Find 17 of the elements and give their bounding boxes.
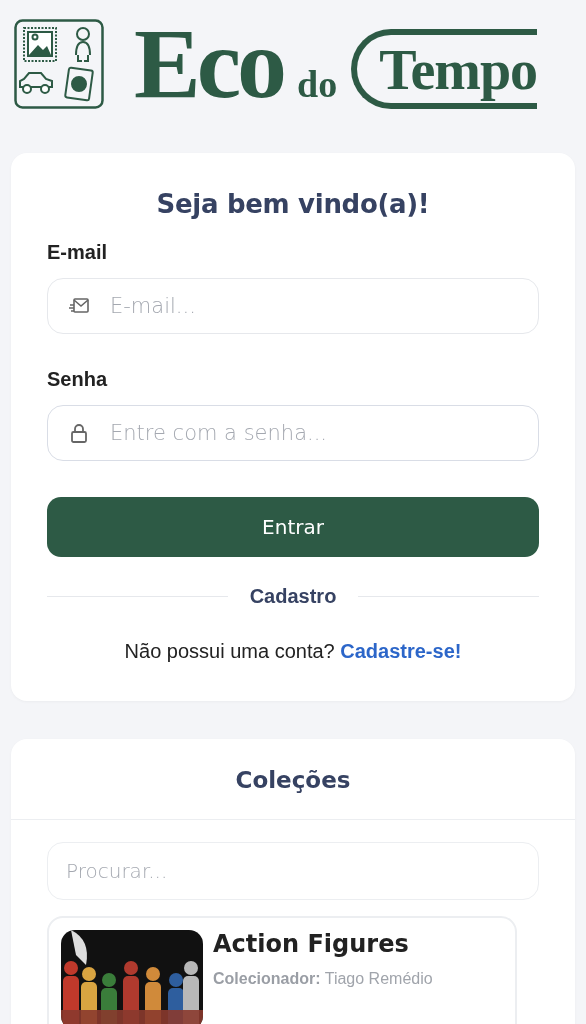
field-label: Senha xyxy=(47,368,109,391)
login-button[interactable]: Entrar xyxy=(47,497,539,557)
logo-word: do xyxy=(297,61,338,106)
collection-card[interactable]: Action Figures Colecionador: Tiago Remédio xyxy=(47,916,517,1024)
password-field[interactable]: Entre com a senha... xyxy=(47,405,539,461)
divider-label: Cadastro xyxy=(249,585,337,608)
signup-link[interactable]: Cadastre-se! xyxy=(340,640,462,662)
search-field[interactable]: Procurar... xyxy=(47,842,539,900)
collector-text: Colecionador: Tiago Remédio xyxy=(213,970,433,988)
logo-icon xyxy=(14,18,104,109)
email-field[interactable]: E-mail... xyxy=(47,278,539,334)
signup-prompt: Não possui uma conta? Cadastre-se! xyxy=(123,640,463,663)
logo-word: Eco xyxy=(134,18,284,109)
collection-title: Action Figures xyxy=(213,930,410,958)
field-label: E-mail xyxy=(47,241,109,264)
collections-title: Coleções xyxy=(11,739,575,820)
welcome-title: Seja bem vindo(a)! xyxy=(155,189,431,219)
